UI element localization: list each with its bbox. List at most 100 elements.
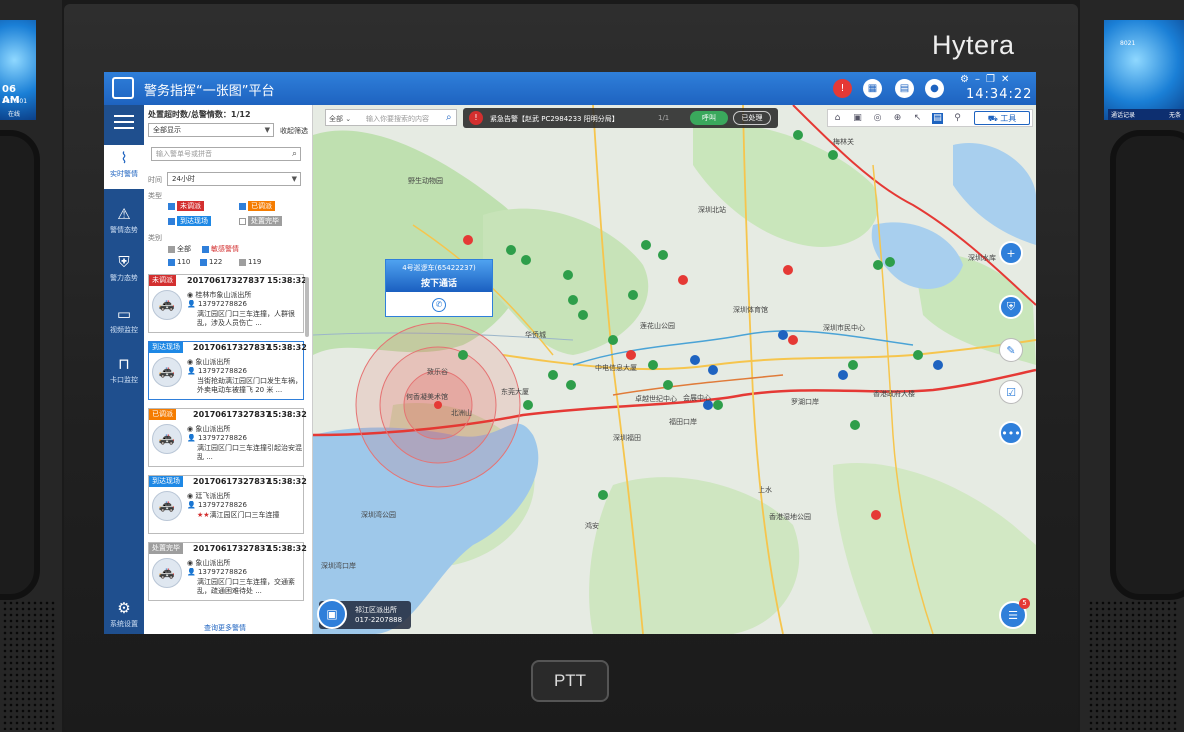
grid-icon[interactable]: ▦ [863, 79, 882, 98]
police-car-icon: 🚓 [152, 424, 182, 454]
checkbox-icon [200, 258, 207, 266]
nav-item-settings[interactable]: ⚙ 系统设置 [104, 595, 144, 634]
map-search-box[interactable]: 全部 ⌄ 输入你要搜索的内容 ⌕ [325, 109, 457, 126]
left-device-screen: 06 AM 1970-01 在线 [0, 20, 36, 120]
chevron-down-icon: ▼ [291, 175, 297, 183]
avatar-icon[interactable]: ● [925, 79, 944, 98]
collapse-filter-link[interactable]: 收起筛选 [280, 126, 308, 136]
panel-scrollbar[interactable] [305, 277, 309, 337]
time-range-select[interactable]: 24小时 ▼ [167, 172, 301, 186]
nav-item-realtime[interactable]: ⌇ 实时警情 [104, 145, 144, 189]
type-filter-unassigned[interactable]: 未调派 [168, 201, 204, 211]
police-station-card[interactable]: ▣ 祁江区派出所 017-2207888 [317, 599, 411, 629]
pointer-icon[interactable]: ↖ [912, 113, 923, 124]
person-icon: 👤 [187, 367, 198, 375]
map-label: 卓越世纪中心 [635, 395, 677, 403]
right-device-softkey-right[interactable]: 无条 [1169, 110, 1181, 119]
locate-icon[interactable]: ◎ [872, 113, 883, 124]
call-button[interactable]: 呼叫 [690, 111, 728, 125]
station-phone: 017-2207888 [355, 616, 403, 624]
time-range-value: 24小时 [172, 175, 195, 183]
incident-card[interactable]: 已调派 20170617327837 15:38:32 🚓 ◉ 象山派出所 👤 … [148, 408, 307, 467]
incident-status-tag: 未调派 [149, 275, 176, 286]
minimize-icon[interactable]: – [975, 74, 986, 85]
search-icon[interactable]: ⌕ [446, 112, 452, 123]
map-label: 深圳北站 [698, 206, 726, 214]
push-to-talk-label[interactable]: 按下通话 [386, 276, 492, 289]
tools-button[interactable]: ⛟ 工具 [974, 111, 1030, 125]
edit-icon[interactable]: ✎ [999, 338, 1023, 362]
incident-card[interactable]: 到达现场 20170617327837 15:38:32 🚓 ◉ 廷飞派出所 👤… [148, 475, 307, 534]
nav-item-video[interactable]: ▭ 视频监控 [104, 301, 144, 345]
incident-time: 15:38:32 [267, 477, 307, 486]
category-text: 122 [209, 258, 223, 266]
handled-button[interactable]: 已处理 [733, 111, 771, 125]
shield-plus-icon[interactable]: ⛨ [999, 295, 1023, 319]
map-label: 莲花山公园 [640, 322, 675, 330]
menu-icon[interactable] [114, 115, 134, 129]
window-controls: ⚙–❐✕ [960, 74, 1015, 85]
left-device-status: 在线 [8, 111, 21, 118]
chart-icon: ⌇ [120, 149, 128, 167]
map-label: 深圳湾口岸 [321, 562, 356, 570]
type-filter-completed[interactable]: 处置完毕 [239, 216, 282, 226]
layers-icon[interactable]: ▤ [932, 113, 943, 124]
map-search-input[interactable]: 输入你要搜索的内容 [366, 114, 429, 124]
add-alarm-icon[interactable]: + [999, 241, 1023, 265]
right-device-id: 8021 [1120, 40, 1136, 47]
checklist-icon[interactable]: ☑ [999, 380, 1023, 404]
incident-card[interactable]: 到达现场 20170617327837 15:38:32 🚓 ◉ 象山派出所 👤… [148, 341, 307, 400]
map-label: 深圳市民中心 [823, 324, 865, 332]
close-icon[interactable]: ✕ [1001, 74, 1015, 85]
category-all[interactable]: 全部 [168, 244, 191, 254]
search-scope-select[interactable]: 全部 ⌄ [329, 114, 351, 124]
person-card-icon[interactable]: ▣ [852, 113, 863, 124]
incident-card[interactable]: 处置完毕 20170617327837 15:38:32 🚓 ◉ 象山派出所 👤… [148, 542, 307, 601]
vehicle-popup-header: 4号巡逻车(65422237) 按下通话 [386, 260, 492, 292]
vehicle-popup[interactable]: 4号巡逻车(65422237) 按下通话 ✆ [385, 259, 493, 317]
settings-icon[interactable]: ⚙ [960, 74, 975, 85]
type-filter-assigned[interactable]: 已调派 [239, 201, 275, 211]
incident-station: ◉ 象山派出所 [187, 425, 231, 433]
ptt-button[interactable]: PTT [531, 660, 609, 702]
more-icon[interactable]: ••• [999, 421, 1023, 445]
incident-card[interactable]: 未调派 20170617327837 15:38:32 🚓 ◉ 桂林市象山派出所… [148, 274, 307, 333]
siren-icon: ⚠ [117, 205, 131, 223]
alarm-icon[interactable]: ! [833, 79, 852, 98]
incident-status-tag: 处置完毕 [149, 543, 183, 554]
category-sensitive[interactable]: 敏感警情 [202, 244, 239, 254]
nav-item-incident-status[interactable]: ⚠ 警情态势 [104, 201, 144, 245]
map-view[interactable]: 野生动物园 深圳湾口岸 深圳湾公园 北洲山 致乐谷 何香凝美术馆 东莞大厦 中电… [313, 105, 1036, 634]
building-icon[interactable]: ⌂ [832, 113, 843, 124]
category-122[interactable]: 122 [200, 258, 222, 266]
incident-station: ◉ 廷飞派出所 [187, 492, 231, 500]
sensitive-star-icon: ★★ [197, 511, 210, 519]
nav-item-checkpoint[interactable]: ⊓ 卡口监控 [104, 351, 144, 395]
restore-icon[interactable]: ❐ [986, 74, 1001, 85]
document-icon[interactable]: ▤ [895, 79, 914, 98]
more-incidents-link[interactable]: 查询更多警情 [204, 623, 246, 633]
map-label: 东莞大厦 [501, 388, 529, 396]
checkbox-icon [239, 202, 246, 210]
map-label: 香港湿地公园 [769, 513, 811, 521]
type-filter-arrived[interactable]: 到达现场 [168, 216, 211, 226]
incident-search-input[interactable]: 输入警单号或拼音 ⌕ [151, 147, 301, 161]
incident-desc: 漓江园区门口三车连撞，交通紊乱，疏通困难待处 ... [197, 578, 295, 595]
nav-item-police-force[interactable]: ⛨ 警力态势 [104, 249, 144, 293]
type-tag: 未调派 [177, 201, 204, 211]
category-110[interactable]: 110 [168, 258, 190, 266]
map-toolbar: ⌂ ▣ ◎ ⊕ ↖ ▤ ⚲ ⛟ 工具 [827, 109, 1033, 127]
display-filter-select[interactable]: 全部显示 ▼ [148, 123, 274, 137]
police-car-icon: 🚓 [152, 290, 182, 320]
incident-station: ◉ 象山派出所 [187, 358, 231, 366]
incident-id: 20170617327837 [193, 410, 271, 419]
right-device-softkey-left[interactable]: 通话记录 [1111, 110, 1135, 119]
phone-icon[interactable]: ✆ [432, 298, 446, 312]
target-icon[interactable]: ⊕ [892, 113, 903, 124]
search-icon[interactable]: ⌕ [292, 148, 297, 160]
nav-label: 卡口监控 [110, 376, 138, 384]
category-119[interactable]: 119 [239, 258, 261, 266]
pin-icon[interactable]: ⚲ [952, 113, 963, 124]
nav-label: 系统设置 [110, 620, 138, 628]
alarm-siren-icon: ! [469, 111, 483, 125]
